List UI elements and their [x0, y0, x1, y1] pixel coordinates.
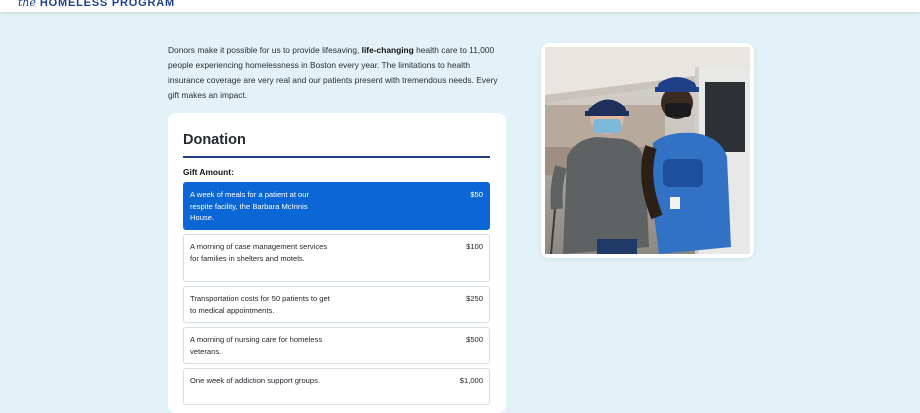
gift-option-500[interactable]: A morning of nursing care for homeless v…: [183, 327, 490, 364]
gift-option-100[interactable]: A morning of case management services fo…: [183, 234, 490, 282]
gift-option-amount: $1,000: [459, 376, 483, 385]
gift-amount-label: Gift Amount:: [183, 167, 234, 177]
patient-photo: [541, 43, 754, 258]
brand-name: HOMELESS PROGRAM: [39, 0, 175, 9]
gift-option-250[interactable]: Transportation costs for 50 patients to …: [183, 286, 490, 323]
brand-prefix: the: [18, 0, 37, 9]
gift-option-description: A morning of nursing care for homeless v…: [190, 335, 323, 356]
donation-title: Donation: [183, 132, 246, 148]
intro-text-bold: life-changing: [361, 45, 414, 55]
gift-option-description: A morning of case management services fo…: [190, 242, 328, 263]
title-divider: [183, 156, 490, 158]
brand-logo[interactable]: the HOMELESS PROGRAM: [18, 0, 175, 9]
gift-option-description: Transportation costs for 50 patients to …: [190, 294, 330, 315]
gift-option-amount: $100: [466, 242, 483, 251]
gift-option-amount: $250: [466, 294, 483, 303]
site-header: the HOMELESS PROGRAM: [0, 0, 920, 12]
gift-option-amount: $500: [466, 335, 483, 344]
intro-text-start: Donors make it possible for us to provid…: [168, 45, 362, 55]
gift-option-description: One week of addiction support groups.: [190, 376, 321, 385]
gift-option-amount: $50: [470, 190, 483, 199]
people-photo-icon: [545, 47, 750, 254]
gift-option-50[interactable]: A week of meals for a patient at our res…: [183, 182, 490, 230]
intro-paragraph: Donors make it possible for us to provid…: [168, 43, 504, 103]
gift-option-1000[interactable]: One week of addiction support groups. $1…: [183, 368, 490, 405]
gift-option-description: A week of meals for a patient at our res…: [190, 190, 310, 222]
donation-card: Donation Gift Amount: A week of meals fo…: [168, 113, 506, 413]
